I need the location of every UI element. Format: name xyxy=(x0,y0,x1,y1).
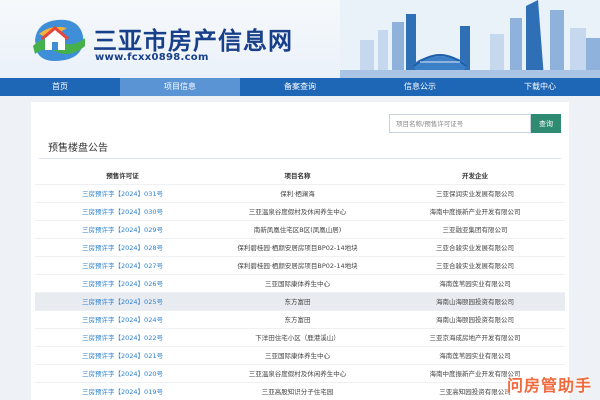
main-nav: 首页 项目信息 备案查询 信息公示 下载中心 xyxy=(0,78,600,96)
permit-cell: 三房预许字【2024】020号 xyxy=(35,364,210,382)
permit-cell: 三房预许字【2024】031号 xyxy=(35,184,210,202)
city-skyline-illustration xyxy=(340,0,600,78)
nav-item-2[interactable]: 备案查询 xyxy=(240,78,360,96)
permit-link[interactable]: 三房预许字【2024】024号 xyxy=(82,316,163,324)
developer-cell: 海南山海颐园投资有限公司 xyxy=(436,316,514,324)
table-row[interactable]: 三房预许字【2024】029号 南新凤凰住宅区B区(凤凰山居) 三亚融亚集团有限公司 xyxy=(35,220,565,238)
project-name-cell: 三亚温泉谷度假村及休闲养生中心 xyxy=(248,208,347,216)
table-row[interactable]: 三房预许字【2024】019号 三亚高股知识分子住宅园 三亚高知园投资有限公司 xyxy=(35,382,565,400)
developer-cell: 海南中度振新产业开发有限公司 xyxy=(429,208,521,216)
table-row[interactable]: 三房预许字【2024】022号 下洋田住宅小区（鹿港溪山） 三亚京海成房地产开发有限… xyxy=(35,328,565,346)
header-project: 项目名称 xyxy=(284,171,311,180)
search-input[interactable] xyxy=(389,114,531,133)
permit-link[interactable]: 三房预许字【2024】027号 xyxy=(82,262,163,270)
developer-cell: 三亚京海成房地产开发有限公司 xyxy=(429,334,521,342)
developer-cell: 三亚保润实业发展有限公司 xyxy=(436,190,514,198)
project-name-cell: 下洋田住宅小区（鹿港溪山） xyxy=(255,334,340,342)
permit-link[interactable]: 三房预许字【2024】031号 xyxy=(82,190,163,198)
nav-item-3[interactable]: 信息公示 xyxy=(360,78,480,96)
main-content: 查询 预售楼盘公告 预售许可证 项目名称 开发企业 三房预许字【2024】031… xyxy=(31,102,569,400)
project-name-cell: 东方富田 xyxy=(284,316,311,324)
search-button[interactable]: 查询 xyxy=(531,114,561,133)
developer-cell: 三亚合骏实业发展有限公司 xyxy=(436,244,514,252)
header-developer: 开发企业 xyxy=(462,171,488,180)
nav-item-0[interactable]: 首页 xyxy=(0,78,120,96)
section-title: 预售楼盘公告 xyxy=(48,143,108,154)
permit-link[interactable]: 三房预许字【2024】025号 xyxy=(82,298,163,306)
table-row[interactable]: 三房预许字【2024】025号 东方富田 海南山海颐园投资有限公司 xyxy=(35,292,565,310)
permit-link[interactable]: 三房预许字【2024】020号 xyxy=(82,370,163,378)
permit-link[interactable]: 三房预许字【2024】029号 xyxy=(82,226,163,234)
permit-cell: 三房预许字【2024】019号 xyxy=(35,382,210,400)
permit-link[interactable]: 三房预许字【2024】022号 xyxy=(82,334,163,342)
developer-cell: 三亚合骏实业发展有限公司 xyxy=(436,262,514,270)
permit-link[interactable]: 三房预许字【2024】028号 xyxy=(82,244,163,252)
permit-cell: 三房预许字【2024】030号 xyxy=(35,202,210,220)
developer-cell: 海南山海颐园投资有限公司 xyxy=(436,298,514,306)
developer-cell: 三亚融亚集团有限公司 xyxy=(442,226,508,234)
permit-cell: 三房预许字【2024】025号 xyxy=(35,292,210,310)
permit-cell: 三房预许字【2024】022号 xyxy=(35,328,210,346)
permit-cell: 三房预许字【2024】029号 xyxy=(35,220,210,238)
project-name-cell: 三亚国际康体养生中心 xyxy=(265,352,330,360)
site-header: 三亚市房产信息网 www.fcxx0898.com xyxy=(0,0,600,78)
table-row[interactable]: 三房预许字【2024】026号 三亚国际康体养生中心 海南莲苇园实业有限公司 xyxy=(35,274,565,292)
project-name-cell: 保利碧桂园·栖颜安居房项目BP02-14地块 xyxy=(237,262,358,270)
header-permit: 预售许可证 xyxy=(106,171,139,180)
table-row[interactable]: 三房预许字【2024】030号 三亚温泉谷度假村及休闲养生中心 海南中度振新产业开发… xyxy=(35,202,565,220)
presale-table: 预售许可证 项目名称 开发企业 三房预许字【2024】031号 保利·栖澜海 三亚保… xyxy=(35,166,565,400)
permit-cell: 三房预许字【2024】021号 xyxy=(35,346,210,364)
project-name-cell: 三亚高股知识分子住宅园 xyxy=(261,388,334,397)
project-name-cell: 三亚国际康体养生中心 xyxy=(265,280,330,288)
search-bar: 查询 xyxy=(389,114,561,133)
project-name-cell: 三亚温泉谷度假村及休闲养生中心 xyxy=(248,370,347,378)
permit-link[interactable]: 三房预许字【2024】021号 xyxy=(82,352,163,360)
permit-link[interactable]: 三房预许字【2024】019号 xyxy=(82,388,163,396)
site-url: www.fcxx0898.com xyxy=(95,52,209,63)
permit-cell: 三房预许字【2024】024号 xyxy=(35,310,210,328)
permit-cell: 三房预许字【2024】027号 xyxy=(35,256,210,274)
permit-cell: 三房预许字【2024】026号 xyxy=(35,274,210,292)
table-row[interactable]: 三房预许字【2024】027号 保利碧桂园·栖颜安居房项目BP02-14地块 三亚合… xyxy=(35,256,565,274)
project-name-cell: 东方富田 xyxy=(284,298,311,306)
project-name-cell: 保利·栖澜海 xyxy=(280,190,315,198)
nav-item-1[interactable]: 项目信息 xyxy=(120,78,240,96)
table-row[interactable]: 三房预许字【2024】021号 三亚国际康体养生中心 海南莲苇园实业有限公司 xyxy=(35,346,565,364)
table-row[interactable]: 三房预许字【2024】020号 三亚温泉谷度假村及休闲养生中心 海南中度振新产业开发… xyxy=(35,364,565,382)
nav-item-4[interactable]: 下载中心 xyxy=(480,78,600,96)
site-logo-icon[interactable] xyxy=(31,16,87,64)
permit-link[interactable]: 三房预许字【2024】030号 xyxy=(82,208,163,216)
section-divider xyxy=(39,158,561,159)
table-header-row: 预售许可证 项目名称 开发企业 xyxy=(35,166,565,184)
table-row[interactable]: 三房预许字【2024】024号 东方富田 海南山海颐园投资有限公司 xyxy=(35,310,565,328)
developer-cell: 海南莲苇园实业有限公司 xyxy=(439,280,511,288)
developer-cell: 海南莲苇园实业有限公司 xyxy=(439,352,511,360)
table-row[interactable]: 三房预许字【2024】028号 保利碧桂园·栖颜安居房项目BP02-14地块 三亚合… xyxy=(35,238,565,256)
project-name-cell: 南新凤凰住宅区B区(凤凰山居) xyxy=(253,226,342,234)
project-name-cell: 保利碧桂园·栖颜安居房项目BP02-14地块 xyxy=(237,244,358,252)
site-title: 三亚市房产信息网 xyxy=(93,27,293,55)
permit-link[interactable]: 三房预许字【2024】026号 xyxy=(82,280,163,288)
table-row[interactable]: 三房预许字【2024】031号 保利·栖澜海 三亚保润实业发展有限公司 xyxy=(35,184,565,202)
watermark: 问房管助手 xyxy=(506,376,592,395)
permit-cell: 三房预许字【2024】028号 xyxy=(35,238,210,256)
